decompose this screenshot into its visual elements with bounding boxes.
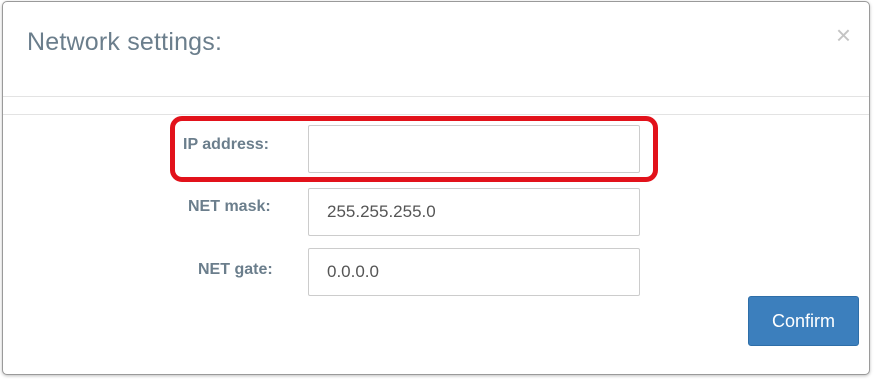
network-settings-dialog: Network settings: × IP address: NET mask… bbox=[2, 1, 870, 375]
ip-address-input[interactable] bbox=[308, 125, 640, 173]
net-mask-input[interactable] bbox=[308, 188, 640, 236]
net-gate-input[interactable] bbox=[308, 248, 640, 296]
net-gate-label: NET gate: bbox=[198, 261, 273, 278]
close-icon[interactable]: × bbox=[836, 22, 851, 48]
net-mask-label: NET mask: bbox=[188, 198, 271, 215]
dialog-header: Network settings: × bbox=[3, 2, 869, 97]
header-divider bbox=[3, 114, 869, 115]
dialog-title: Network settings: bbox=[27, 28, 223, 56]
confirm-button[interactable]: Confirm bbox=[748, 296, 859, 346]
ip-address-label: IP address: bbox=[183, 136, 269, 153]
